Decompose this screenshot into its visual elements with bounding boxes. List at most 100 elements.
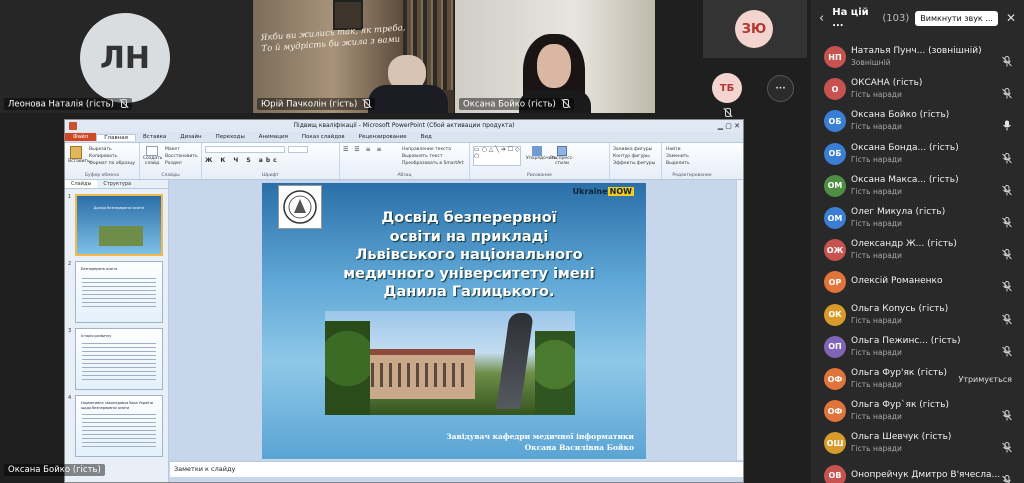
tab-file[interactable]: Файл [65,133,97,141]
tab-view[interactable]: Вид [414,134,439,140]
tab-animation[interactable]: Анимация [252,134,295,140]
mic-off-icon[interactable] [1002,277,1012,292]
avatar: ОЖ [824,239,846,262]
participant-row[interactable]: ОБ Оксана Бойко (гість) Гість наради [811,105,1024,137]
participant-row[interactable]: ОФ Ольга Фур`як (гість) Гість наради [811,395,1024,427]
group-slides: Создать слайд Макет Восстановить Раздел … [140,143,202,179]
mic-off-icon[interactable] [1002,84,1012,99]
tab-insert[interactable]: Вставка [136,134,173,140]
tab-slideshow[interactable]: Показ слайдов [295,134,352,140]
mic-off-icon[interactable] [1002,310,1012,325]
mic-off-icon[interactable] [1002,245,1012,260]
mic-off-icon[interactable] [1002,213,1012,228]
participant-role: Гість наради [851,122,902,132]
find-button[interactable]: Найти [666,146,690,153]
slide-thumbnail[interactable]: Нормативна законодавча база України щодо… [75,395,163,457]
tab-outline[interactable]: Структура [97,180,137,188]
shape-outline-button[interactable]: Контур фигуры [613,153,655,160]
participant-name: Олег Микула (гість) [851,207,946,217]
slide-thumbnail[interactable]: Безперервна освіта [75,261,163,323]
mic-on-icon[interactable] [1002,116,1012,131]
slide-editing-area[interactable]: Ukraine NOW Досвід безперервної освіти на… [170,180,743,460]
slide-scrollbar[interactable] [736,180,743,460]
participant-tile-zyu[interactable]: ЗЮ [703,0,807,58]
shapes-gallery[interactable]: ▭ ○ △ ╲ ➔ ☐ ◇ ⬠ [473,146,521,166]
participant-row[interactable]: ОК Ольга Копусь (гість) Гість наради [811,299,1024,331]
tab-slides[interactable]: Слайды [65,180,98,188]
panel-title: На цій ... [832,7,869,29]
participant-tile-leonova[interactable]: ЛН Леонова Наталія (гість) [0,0,252,113]
section-button[interactable]: Раздел [165,160,198,167]
participant-name: Наталья Пунч... (зовнішній) [851,46,982,56]
select-button[interactable]: Выделить [666,160,690,167]
avatar: ОШ [824,432,846,455]
tab-transitions[interactable]: Переходы [209,134,252,140]
trees-left [325,321,370,415]
font-format-buttons[interactable]: Ж К Ч S abc [205,157,280,164]
shape-fill-button[interactable]: Заливка фигуры [613,146,655,153]
paste-button[interactable]: Вставить [68,146,90,164]
participant-row[interactable]: ОП Ольга Пежинс... (гість) Гість наради [811,331,1024,363]
mic-off-icon[interactable] [1002,471,1012,483]
font-size-select[interactable] [288,146,308,153]
font-name-select[interactable] [205,146,285,153]
group-editing: Найти Заменить Выделить Редактирование [666,146,712,178]
mic-off-icon[interactable] [1002,149,1012,164]
participant-row[interactable]: НП Наталья Пунч... (зовнішній) Зовнішній [811,41,1024,73]
mic-off-icon[interactable] [1002,181,1012,196]
mic-off-icon[interactable] [1002,438,1012,453]
arrange-button[interactable]: Упорядочить [526,146,557,161]
participant-role: Гість наради [851,90,902,100]
mic-off-icon[interactable] [1002,52,1012,67]
participant-row[interactable]: О ОКСАНА (гість) Гість наради [811,73,1024,105]
mic-off-icon[interactable] [1002,406,1012,421]
participant-tile-pachkolin[interactable]: Якби ви жились так, як треба, То й мудрі… [253,0,454,113]
participant-row[interactable]: ОР Олексій Романенко [811,266,1024,298]
mic-off-icon[interactable] [1002,342,1012,357]
avatar-zyu: ЗЮ [735,10,773,48]
slide-thumbnail[interactable]: Історія розвитку [75,328,163,390]
thumb-title: Досвід безперервної освіти [93,206,145,210]
close-icon[interactable]: ✕ [1006,11,1016,25]
mute-all-button[interactable]: Вимкнути звук ... [915,10,998,26]
avatar: ОК [824,303,846,326]
avatar-tb[interactable]: ТБ [712,73,742,103]
layout-button[interactable]: Макет [165,146,198,153]
shape-effects-button[interactable]: Эффекты фигуры [613,160,655,167]
participant-tile-boiko[interactable]: Оксана Бойко (гість) [455,0,655,113]
current-slide[interactable]: Ukraine NOW Досвід безперервної освіти на… [262,183,646,459]
ppt-window-controls[interactable]: ▁ ▢ ✕ [718,120,740,132]
participant-row[interactable]: ОМ Олег Микула (гість) Гість наради [811,202,1024,234]
wall-inscription: Якби ви жились так, як треба, То й мудрі… [260,23,406,55]
align-text-button[interactable]: Выровнять текст [402,153,464,160]
more-participants-button[interactable]: ··· [767,75,794,102]
group-font: Ж К Ч S abc Шрифт [202,143,340,179]
notes-pane[interactable]: Заметки к слайду [170,461,743,477]
participant-status: Утримується [958,375,1012,384]
participant-row[interactable]: ОФ Ольга Фур'як (гість) Гість наради Утриму… [811,363,1024,395]
ppt-quick-access-icon[interactable] [69,122,77,130]
shared-powerpoint-window[interactable]: Підвищ кваліфікації - Microsoft PowerPoi… [64,119,744,483]
participant-row[interactable]: ОШ Ольга Шевчук (гість) Гість наради [811,427,1024,459]
copy-button[interactable]: Копировать [89,153,135,160]
bullets-icon[interactable]: ☰ ☰ ≡ ≡ [343,146,384,153]
chevron-left-icon[interactable]: ‹ [819,11,824,26]
text-direction-button[interactable]: Направление текста [402,146,464,153]
tab-review[interactable]: Рецензирование [352,134,414,140]
participant-row[interactable]: ОМ Оксана Макса... (гість) Гість наради [811,170,1024,202]
quick-styles-button[interactable]: Экспресс-стили [550,146,574,166]
thumb-number: 2 [68,261,72,267]
smartart-button[interactable]: Преобразовать в SmartArt [402,160,464,167]
participant-row[interactable]: ОВ Онопрейчук Дмитро В'ячесла... [811,460,1024,483]
cut-button[interactable]: Вырезать [89,146,135,153]
participant-row[interactable]: ОБ Оксана Бонда... (гість) Гість наради [811,138,1024,170]
new-slide-button[interactable]: Создать слайд [143,146,162,166]
group-drawing: ▭ ○ △ ╲ ➔ ☐ ◇ ⬠ Упорядочить Экспресс-сти… [470,143,610,179]
reset-button[interactable]: Восстановить [165,153,198,160]
participant-row[interactable]: ОЖ Олександр Ж... (гість) Гість наради [811,234,1024,266]
tab-design[interactable]: Дизайн [173,134,208,140]
replace-button[interactable]: Заменить [666,153,690,160]
format-painter-button[interactable]: Формат по образцу [89,160,135,167]
tab-home[interactable]: Главная [96,133,136,141]
slide-thumbnail[interactable]: Досвід безперервної освіти [75,194,163,256]
